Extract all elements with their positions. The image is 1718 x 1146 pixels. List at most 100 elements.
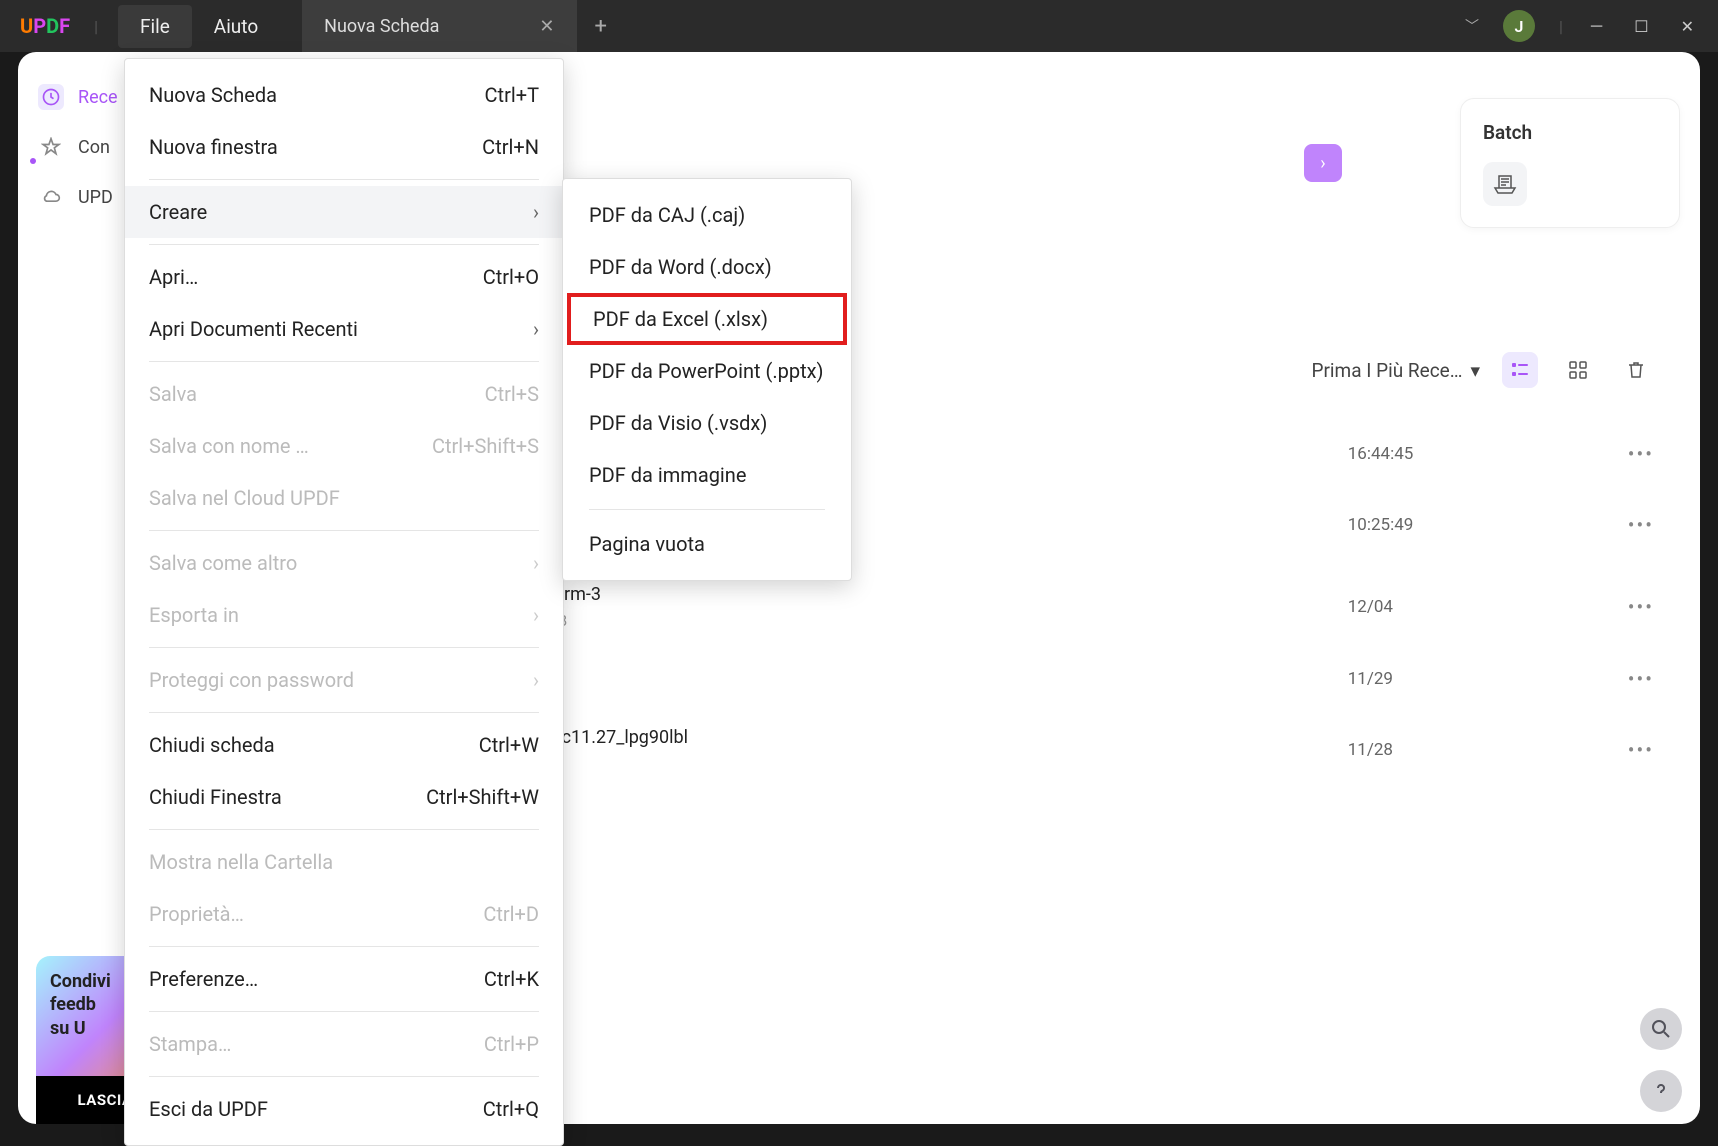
file-date: 12/04	[1348, 597, 1628, 617]
menu-item: Salva come altro›	[125, 537, 563, 589]
submenu-item[interactable]: PDF da PowerPoint (.pptx)	[563, 345, 851, 397]
menu-item-label: Proprietà…	[149, 902, 244, 926]
separator	[149, 530, 539, 531]
separator	[149, 244, 539, 245]
more-icon[interactable]: •••	[1628, 667, 1654, 691]
separator	[149, 1076, 539, 1077]
file-menu-dropdown: Nuova SchedaCtrl+T Nuova finestra Ctrl+N Cr…	[124, 58, 564, 1146]
more-icon[interactable]: •••	[1628, 595, 1654, 619]
menu-item-label: Stampa…	[149, 1032, 231, 1056]
active-indicator	[30, 158, 36, 164]
menu-item: Proteggi con password ›	[125, 654, 563, 706]
file-date: 10:25:49	[1348, 515, 1628, 535]
batch-card[interactable]: Batch	[1460, 98, 1680, 228]
grid-view-button[interactable]	[1560, 352, 1596, 388]
separator	[149, 647, 539, 648]
menu-item[interactable]: Nuova SchedaCtrl+T	[125, 69, 563, 121]
shortcut: Ctrl+N	[482, 135, 539, 159]
menu-item-label: Salva	[149, 382, 197, 406]
star-icon	[38, 134, 64, 160]
separator	[149, 179, 539, 180]
submenu-item[interactable]: Pagina vuota	[563, 518, 851, 570]
titlebar: UPDF | File Aiuto Nuova Scheda ✕ + ﹀ J |…	[0, 0, 1718, 52]
chevron-right-icon: ›	[533, 668, 539, 692]
chevron-right-icon: ›	[533, 551, 539, 575]
menu-item-label: Salva nel Cloud UPDF	[149, 486, 340, 510]
tab[interactable]: Nuova Scheda ✕	[302, 0, 576, 52]
file-date: 11/29	[1348, 669, 1628, 689]
menu-item: Proprietà… Ctrl+D	[125, 888, 563, 940]
shortcut: Ctrl+S	[485, 382, 539, 406]
chevron-right-icon[interactable]: ›	[1304, 144, 1342, 182]
list-view-button[interactable]	[1502, 352, 1538, 388]
tab-title: Nuova Scheda	[324, 16, 439, 37]
menu-item-label: Apri Documenti Recenti	[149, 317, 358, 341]
minimize-button[interactable]: ─	[1587, 12, 1606, 40]
menu-item[interactable]: Creare ›	[125, 186, 563, 238]
menu-item-label: Mostra nella Cartella	[149, 850, 333, 874]
add-tab-button[interactable]: +	[595, 14, 607, 39]
separator	[149, 829, 539, 830]
file-date: 16:44:45	[1348, 444, 1628, 464]
menu-item[interactable]: Chiudi FinestraCtrl+Shift+W	[125, 771, 563, 823]
scanner-icon	[1483, 162, 1527, 206]
help-button[interactable]	[1640, 1070, 1682, 1112]
menu-item: Salva con nome …Ctrl+Shift+S	[125, 420, 563, 472]
submenu-item[interactable]: PDF da Visio (.vsdx)	[563, 397, 851, 449]
search-button[interactable]	[1640, 1008, 1682, 1050]
separator	[149, 1011, 539, 1012]
chevron-right-icon: ›	[533, 200, 539, 224]
menu-item-label: Nuova finestra	[149, 135, 278, 159]
menu-item[interactable]: Nuova finestra Ctrl+N	[125, 121, 563, 173]
menu-item[interactable]: Esci da UPDF Ctrl+Q	[125, 1083, 563, 1135]
submenu-item[interactable]: PDF da immagine	[563, 449, 851, 501]
dropdown-arrow-icon: ▾	[1470, 359, 1480, 382]
menu-item-label: Preferenze…	[149, 967, 258, 991]
menu-item: Salva nel Cloud UPDF	[125, 472, 563, 524]
sidebar-item-label: Rece	[78, 87, 118, 108]
shortcut: Ctrl+D	[483, 902, 539, 926]
avatar[interactable]: J	[1503, 10, 1535, 42]
menu-item[interactable]: Apri Documenti Recenti ›	[125, 303, 563, 355]
cloud-icon	[38, 184, 64, 210]
sort-dropdown[interactable]: Prima I Più Rece… ▾	[1312, 359, 1481, 382]
separator	[149, 712, 539, 713]
shortcut: Ctrl+Shift+W	[426, 785, 539, 809]
submenu-item[interactable]: PDF da Word (.docx)	[563, 241, 851, 293]
menu-item-label: Proteggi con password	[149, 668, 354, 692]
more-icon[interactable]: •••	[1628, 513, 1654, 537]
menu-item-label: Chiudi scheda	[149, 733, 275, 757]
separator: |	[94, 17, 98, 36]
file-row[interactable]: naraluc11.27_lpg90lbl 34 KB 11/28 •••	[486, 709, 1680, 791]
menu-item[interactable]: Chiudi scheda Ctrl+W	[125, 719, 563, 771]
file-date: 11/28	[1348, 740, 1628, 760]
menu-item: Salva Ctrl+S	[125, 368, 563, 420]
batch-title: Batch	[1483, 121, 1657, 144]
shortcut: Ctrl+Shift+S	[432, 434, 539, 458]
sidebar-item-label: UPD	[78, 187, 113, 208]
shortcut: Ctrl+W	[479, 733, 539, 757]
menu-item: Stampa…Ctrl+P	[125, 1018, 563, 1070]
more-icon[interactable]: •••	[1628, 442, 1654, 466]
menu-item[interactable]: Apri…Ctrl+O	[125, 251, 563, 303]
file-row[interactable]: 7 MB 11/29 •••	[486, 648, 1680, 709]
separator: |	[1559, 17, 1563, 36]
chevron-right-icon: ›	[533, 317, 539, 341]
file-menu-button[interactable]: File	[118, 5, 192, 48]
more-icon[interactable]: •••	[1628, 738, 1654, 762]
submenu-item[interactable]: PDF da CAJ (.caj)	[563, 189, 851, 241]
separator	[149, 946, 539, 947]
menu-item-label: Creare	[149, 200, 207, 224]
float-buttons	[1640, 1008, 1682, 1112]
shortcut: Ctrl+Q	[483, 1097, 539, 1121]
separator	[149, 361, 539, 362]
menu-item[interactable]: Preferenze…Ctrl+K	[125, 953, 563, 1005]
help-menu-button[interactable]: Aiuto	[192, 5, 280, 48]
delete-button[interactable]	[1618, 352, 1654, 388]
maximize-button[interactable]: ☐	[1630, 13, 1652, 40]
close-window-button[interactable]: ✕	[1677, 13, 1698, 40]
menu-item-label: Esci da UPDF	[149, 1097, 268, 1121]
close-icon[interactable]: ✕	[539, 16, 554, 37]
chevron-down-icon[interactable]: ﹀	[1465, 16, 1479, 36]
submenu-item[interactable]: PDF da Excel (.xlsx)	[567, 293, 847, 345]
